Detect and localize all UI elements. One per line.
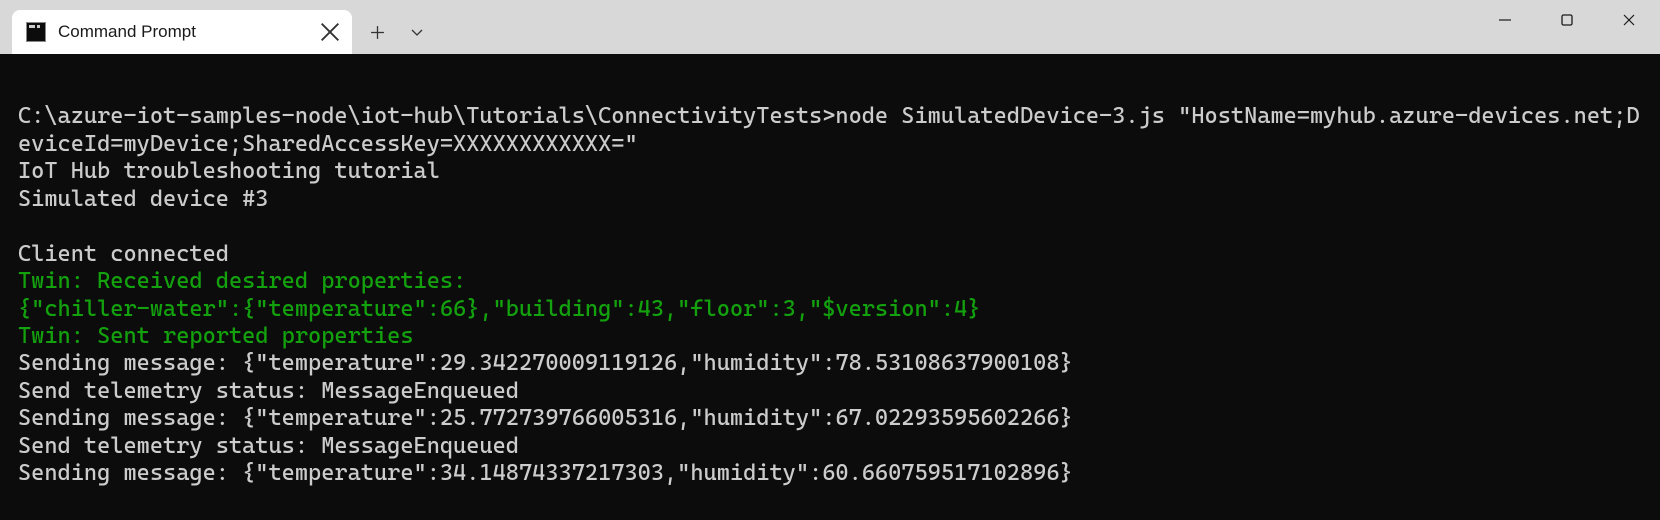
- terminal-line: Sending message: {"temperature":25.77273…: [18, 405, 1642, 432]
- new-tab-button[interactable]: [360, 15, 394, 49]
- terminal-line: Twin: Received desired properties:: [18, 268, 1642, 295]
- tab-dropdown-button[interactable]: [400, 15, 434, 49]
- terminal-line: IoT Hub troubleshooting tutorial: [18, 158, 1642, 185]
- close-window-button[interactable]: [1598, 0, 1660, 40]
- terminal-line: Sending message: {"temperature":29.34227…: [18, 350, 1642, 377]
- titlebar: Command Prompt: [0, 0, 1660, 54]
- tab-title: Command Prompt: [58, 22, 320, 42]
- window-controls: [1474, 0, 1660, 44]
- terminal-line: Send telemetry status: MessageEnqueued: [18, 433, 1642, 460]
- close-tab-button[interactable]: [320, 22, 340, 42]
- tab-command-prompt[interactable]: Command Prompt: [12, 10, 352, 54]
- terminal-line: {"chiller-water":{"temperature":66},"bui…: [18, 296, 1642, 323]
- terminal-line: Twin: Sent reported properties: [18, 323, 1642, 350]
- terminal-line: Sending message: {"temperature":34.14874…: [18, 460, 1642, 487]
- terminal-line: Client connected: [18, 241, 1642, 268]
- maximize-button[interactable]: [1536, 0, 1598, 40]
- terminal-line: Send telemetry status: MessageEnqueued: [18, 378, 1642, 405]
- terminal-line: Simulated device #3: [18, 186, 1642, 213]
- terminal-blank: [18, 213, 1642, 240]
- minimize-button[interactable]: [1474, 0, 1536, 40]
- terminal-line: C:\azure-iot-samples-node\iot-hub\Tutori…: [18, 103, 1642, 158]
- terminal-content[interactable]: C:\azure-iot-samples-node\iot-hub\Tutori…: [0, 54, 1660, 520]
- terminal-icon: [26, 22, 46, 42]
